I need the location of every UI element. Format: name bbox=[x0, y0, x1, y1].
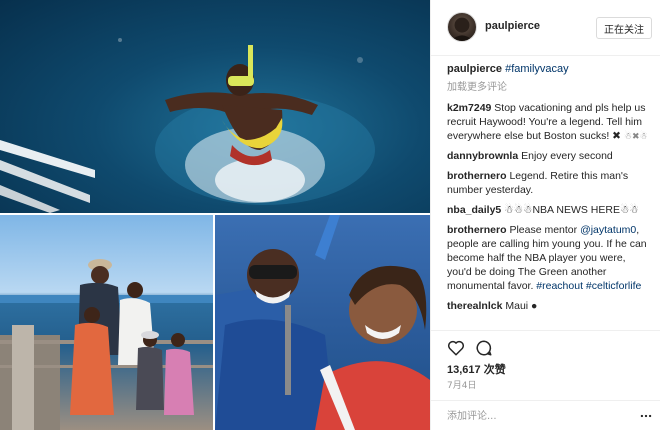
comment-item: nba_daily5 ☃☃☃NBA NEWS HERE☃☃ bbox=[447, 203, 653, 217]
avatar[interactable] bbox=[447, 12, 477, 42]
caption-username[interactable]: paulpierce bbox=[447, 63, 502, 75]
comment-hashtag[interactable]: #celticforlife bbox=[586, 280, 641, 292]
comment-item: brothernero Legend. Retire this man's nu… bbox=[447, 169, 653, 197]
comment-text: ☃☃☃NBA NEWS HERE☃☃ bbox=[504, 204, 639, 216]
more-options-icon[interactable] bbox=[639, 409, 653, 423]
post-caption: paulpierce #familyvacay bbox=[447, 62, 653, 76]
header-username[interactable]: paulpierce bbox=[485, 20, 540, 32]
comment-item: k2m7249 Stop vacationing and pls help us… bbox=[447, 101, 653, 143]
post-header: paulpierce 正在关注 bbox=[431, 0, 660, 56]
photo-parasailing-selfie bbox=[215, 215, 430, 430]
family-illustration bbox=[0, 259, 213, 430]
instagram-post: paulpierce 正在关注 paulpierce #familyvacay … bbox=[0, 0, 660, 430]
comment-username[interactable]: k2m7249 bbox=[447, 102, 491, 114]
heart-icon[interactable] bbox=[447, 339, 465, 357]
comment-text: Maui ● bbox=[505, 300, 538, 312]
comment-username[interactable]: dannybrownla bbox=[447, 150, 518, 162]
comment-list[interactable]: paulpierce #familyvacay 加载更多评论 k2m7249 S… bbox=[447, 62, 653, 330]
comment-icon[interactable] bbox=[475, 339, 493, 357]
comment-text: Enjoy every second bbox=[521, 150, 613, 162]
selfie-illustration bbox=[215, 215, 430, 430]
post-photo-collage[interactable] bbox=[0, 0, 430, 430]
post-sidebar: paulpierce 正在关注 paulpierce #familyvacay … bbox=[430, 0, 660, 430]
comment-item: brothernero Please mentor @jaytatum0, pe… bbox=[447, 223, 653, 293]
comment-username[interactable]: brothernero bbox=[447, 224, 507, 236]
comment-hashtag[interactable]: #reachout bbox=[536, 280, 583, 292]
photo-snorkeling bbox=[0, 0, 430, 213]
comment-username[interactable]: nba_daily5 bbox=[447, 204, 501, 216]
comment-item: dannybrownla Enjoy every second bbox=[447, 149, 653, 163]
like-count[interactable]: 13,617 次赞 bbox=[447, 361, 506, 377]
post-actions: 13,617 次赞 7月4日 bbox=[431, 330, 660, 400]
snorkeling-illustration bbox=[0, 38, 375, 213]
like-count-unit: 次赞 bbox=[483, 363, 506, 376]
avatar-image bbox=[450, 17, 474, 41]
comment-mention[interactable]: @jaytatum0 bbox=[580, 224, 636, 236]
comment-item: therealnlck Maui ● bbox=[447, 299, 653, 313]
comment-text: Please mentor bbox=[509, 224, 581, 236]
load-more-comments-link[interactable]: 加载更多评论 bbox=[447, 81, 653, 95]
comment-username[interactable]: brothernero bbox=[447, 170, 507, 182]
comment-username[interactable]: therealnlck bbox=[447, 300, 502, 312]
caption-hashtag[interactable]: #familyvacay bbox=[505, 63, 569, 75]
add-comment-input[interactable] bbox=[447, 407, 627, 425]
post-date: 7月4日 bbox=[447, 381, 477, 391]
comment-emoji: ☃✖☃ bbox=[623, 131, 648, 141]
like-count-number: 13,617 bbox=[447, 364, 481, 376]
photo-family-pier bbox=[0, 215, 213, 430]
add-comment-bar bbox=[431, 400, 660, 430]
following-button[interactable]: 正在关注 bbox=[596, 17, 652, 39]
